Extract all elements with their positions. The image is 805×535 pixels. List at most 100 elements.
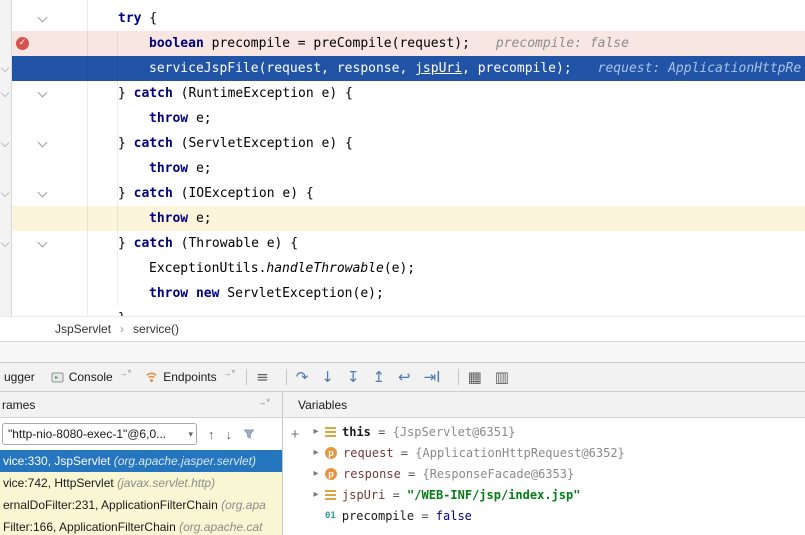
code-token: serviceJspFile(request, response, xyxy=(149,61,415,76)
expand-chevron-icon[interactable]: ▸ xyxy=(309,447,323,458)
frame-package: (org.apache.cat xyxy=(179,520,262,534)
fold-chevron-down-icon[interactable] xyxy=(38,89,49,98)
code-line[interactable]: throw e; xyxy=(0,206,805,231)
gutter-marker-icon[interactable] xyxy=(1,90,10,97)
code-line[interactable]: serviceJspFile(request, response, jspUri… xyxy=(0,56,805,81)
tab-debugger[interactable]: ugger xyxy=(2,370,44,384)
code-line[interactable]: } catch (Throwable e) { xyxy=(0,231,805,256)
code-line[interactable]: try { xyxy=(0,6,805,31)
breadcrumb-class[interactable]: JspServlet xyxy=(55,322,111,336)
frame-list-item[interactable]: vice:742, HttpServlet (javax.servlet.htt… xyxy=(0,472,282,494)
variable-name: request xyxy=(343,446,394,460)
previous-frame-icon[interactable]: ↑ xyxy=(208,427,215,442)
expand-chevron-icon[interactable]: ▸ xyxy=(309,468,323,479)
frames-panel-header[interactable]: rames →* xyxy=(0,392,283,417)
view-as-table-icon[interactable]: ▦ xyxy=(468,370,482,385)
gutter-marker-icon[interactable] xyxy=(1,190,10,197)
fold-chevron-down-icon[interactable] xyxy=(38,239,49,248)
variable-row[interactable]: ▸jspUri = "/WEB-INF/jsp/index.jsp" xyxy=(307,484,805,505)
code-line[interactable]: throw e; xyxy=(0,156,805,181)
value-icon xyxy=(325,490,336,500)
variables-header-label: Variables xyxy=(298,398,347,412)
debug-stepping-toolbar: ≡ ↷ ↓ ↧ ↥ ↩ ⇥I ▦ ▥ xyxy=(256,369,522,385)
run-to-cursor-icon[interactable]: ⇥I xyxy=(424,370,441,385)
variable-name: this xyxy=(342,425,371,439)
frame-list-item[interactable]: ernalDoFilter:231, ApplicationFilterChai… xyxy=(0,494,282,516)
code-line[interactable]: } catch (ServletException e) { xyxy=(0,131,805,156)
ide-debugger-window: try {boolean precompile = preCompile(req… xyxy=(0,0,805,535)
menu-icon[interactable]: ≡ xyxy=(256,370,269,385)
variables-tree: ▸this = {JspServlet@6351}▸prequest = {Ap… xyxy=(307,418,805,535)
breakpoint-icon[interactable]: ✓ xyxy=(16,37,29,50)
code-token: catch xyxy=(134,86,173,101)
code-token: e; xyxy=(188,211,211,226)
drop-frame-icon[interactable]: ↩ xyxy=(398,370,411,385)
add-watch-button[interactable]: + xyxy=(291,426,300,443)
code-token: } xyxy=(118,136,134,151)
fold-chevron-down-icon[interactable] xyxy=(38,139,49,148)
code-line[interactable]: } catch (RuntimeException e) { xyxy=(0,81,805,106)
code-token: } xyxy=(118,236,134,251)
code-token: catch xyxy=(134,236,173,251)
variable-text: request = {ApplicationHttpRequest@6352} xyxy=(343,446,625,460)
tab-endpoints[interactable]: Endpoints →* xyxy=(138,363,242,391)
code-token: new xyxy=(196,286,219,301)
breadcrumb-method[interactable]: service() xyxy=(133,322,179,336)
expand-chevron-icon[interactable]: ▸ xyxy=(309,426,323,437)
next-frame-icon[interactable]: ↓ xyxy=(226,427,233,442)
variable-text: this = {JspServlet@6351} xyxy=(342,425,515,439)
code-line[interactable]: } xyxy=(0,306,805,316)
step-into-icon[interactable]: ↓ xyxy=(321,370,334,385)
fold-chevron-down-icon[interactable] xyxy=(38,14,49,23)
code-token: (ServletException e) { xyxy=(173,136,353,151)
gutter-marker-icon[interactable] xyxy=(1,65,10,72)
variable-row[interactable]: 01precompile = false xyxy=(307,505,805,526)
thread-selector[interactable]: "http-nio-8080-exec-1"@6,0... ▾ xyxy=(2,423,197,445)
editor-gutter-strip xyxy=(0,0,12,316)
frame-list-item[interactable]: Filter:166, ApplicationFilterChain (org.… xyxy=(0,516,282,535)
gutter-marker-icon[interactable] xyxy=(1,140,10,147)
variables-toolbar-rail: + xyxy=(283,418,307,535)
code-token: catch xyxy=(134,186,173,201)
frame-location: Filter:166, ApplicationFilterChain xyxy=(3,520,179,534)
code-editor[interactable]: try {boolean precompile = preCompile(req… xyxy=(0,0,805,316)
equals-sign: = xyxy=(394,446,416,460)
primitive-value-icon: 01 xyxy=(325,510,336,522)
breadcrumb-separator-icon: › xyxy=(120,322,124,336)
parameter-icon: p xyxy=(325,447,337,459)
code-line[interactable]: throw new ServletException(e); xyxy=(0,281,805,306)
frame-list-item[interactable]: vice:330, JspServlet (org.apache.jasper.… xyxy=(0,450,282,472)
gutter-marker-icon[interactable] xyxy=(1,240,10,247)
frame-package: (org.apa xyxy=(221,498,266,512)
variable-row[interactable]: ▸presponse = {ResponseFacade@6353} xyxy=(307,463,805,484)
variable-value: {JspServlet@6351} xyxy=(393,425,516,439)
code-token: catch xyxy=(134,136,173,151)
debug-panels: "http-nio-8080-exec-1"@6,0... ▾ ↑ ↓ vice… xyxy=(0,418,805,535)
endpoints-icon xyxy=(145,371,158,384)
code-line[interactable]: boolean precompile = preCompile(request)… xyxy=(0,31,805,56)
variable-value: {ResponseFacade@6353} xyxy=(422,467,574,481)
layout-settings-icon[interactable]: ▥ xyxy=(495,370,509,385)
variable-row[interactable]: ▸p request = {ApplicationHttpRequest@6352… xyxy=(307,442,805,463)
code-line[interactable]: ExceptionUtils.handleThrowable(e); xyxy=(0,256,805,281)
hide-library-frames-filter-icon[interactable] xyxy=(243,428,255,440)
expand-chevron-icon[interactable]: ▸ xyxy=(309,489,323,500)
code-line[interactable]: throw e; xyxy=(0,106,805,131)
code-token: { xyxy=(141,11,157,26)
variable-value: {ApplicationHttpRequest@6352} xyxy=(415,446,625,460)
tab-endpoints-label: Endpoints xyxy=(163,370,216,384)
equals-sign: = xyxy=(414,509,436,523)
fold-chevron-down-icon[interactable] xyxy=(38,189,49,198)
code-token: ExceptionUtils. xyxy=(149,261,266,276)
thread-selector-row: "http-nio-8080-exec-1"@6,0... ▾ ↑ ↓ xyxy=(0,418,282,450)
force-step-into-icon[interactable]: ↧ xyxy=(347,370,360,385)
step-out-icon[interactable]: ↥ xyxy=(372,370,385,385)
step-over-icon[interactable]: ↷ xyxy=(296,370,309,385)
debugger-inline-hint: request: ApplicationHttpRe xyxy=(598,61,802,76)
variables-panel-header[interactable]: Variables xyxy=(283,392,805,417)
code-token: (RuntimeException e) { xyxy=(173,86,353,101)
variable-row[interactable]: ▸ this = {JspServlet@6351} xyxy=(307,421,805,442)
code-line[interactable]: } catch (IOException e) { xyxy=(0,181,805,206)
tab-console[interactable]: Console →* xyxy=(44,363,139,391)
code-token: handleThrowable xyxy=(266,261,383,276)
